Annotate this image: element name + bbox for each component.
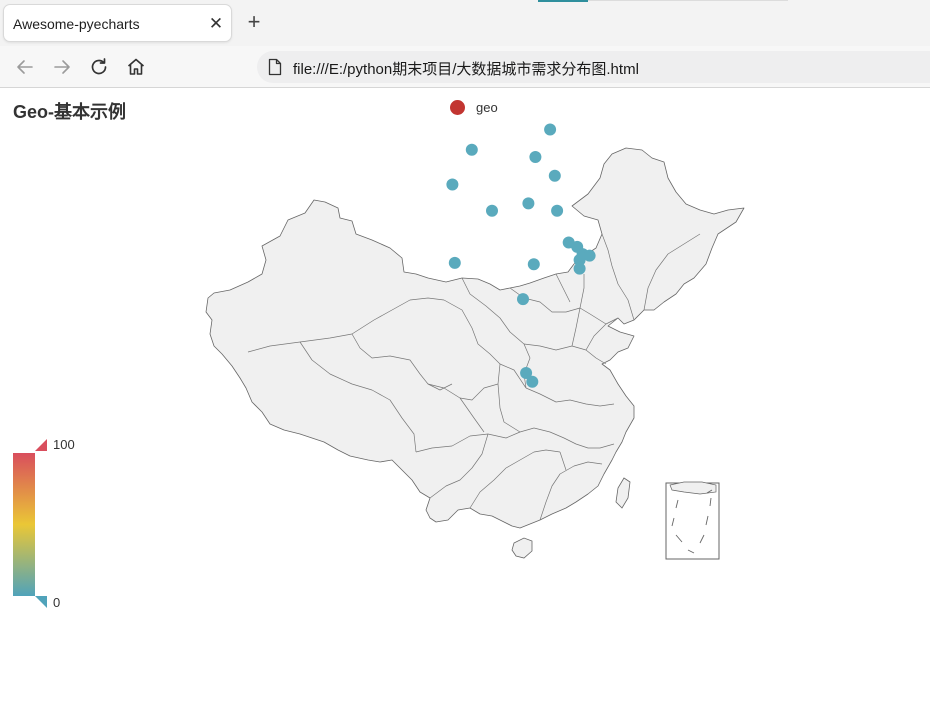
address-bar[interactable]: file:///E:/python期末项目/大数据城市需求分布图.html bbox=[257, 51, 930, 83]
visual-map-max-label: 100 bbox=[53, 437, 75, 452]
browser-toolbar: file:///E:/python期末项目/大数据城市需求分布图.html bbox=[0, 46, 930, 88]
back-arrow-icon[interactable] bbox=[13, 55, 37, 79]
city-point[interactable] bbox=[527, 258, 540, 271]
reload-icon[interactable] bbox=[87, 55, 111, 79]
china-map bbox=[205, 123, 745, 560]
tab-strip: Awesome-pyecharts ✕ + bbox=[0, 0, 930, 46]
new-tab-button[interactable]: + bbox=[242, 11, 266, 35]
city-point[interactable] bbox=[465, 143, 478, 156]
file-icon bbox=[268, 58, 282, 76]
hainan-island bbox=[511, 537, 533, 559]
city-point[interactable] bbox=[448, 256, 461, 269]
page-content: Geo-基本示例 geo 100 0 bbox=[0, 88, 930, 705]
south-china-sea-inset bbox=[665, 481, 720, 560]
accent-strip bbox=[538, 0, 588, 2]
map-land bbox=[205, 147, 745, 559]
visual-map-min-handle[interactable] bbox=[35, 596, 47, 608]
accent-strip-line bbox=[588, 0, 788, 1]
city-point[interactable] bbox=[583, 249, 596, 262]
city-point[interactable] bbox=[548, 169, 561, 182]
city-point[interactable] bbox=[529, 151, 542, 163]
visual-map-min-label: 0 bbox=[53, 595, 61, 610]
chart-title: Geo-基本示例 bbox=[13, 102, 127, 122]
city-point[interactable] bbox=[446, 178, 459, 191]
legend-symbol bbox=[450, 100, 465, 115]
taiwan-island bbox=[615, 477, 631, 509]
city-point[interactable] bbox=[517, 293, 529, 306]
active-tab[interactable]: Awesome-pyecharts ✕ bbox=[3, 4, 232, 42]
city-point[interactable] bbox=[573, 262, 586, 275]
forward-arrow-icon[interactable] bbox=[50, 55, 74, 79]
legend-label: geo bbox=[476, 100, 498, 115]
city-point[interactable] bbox=[551, 204, 564, 217]
close-tab-icon[interactable]: ✕ bbox=[206, 14, 226, 34]
visual-map-max-handle[interactable] bbox=[35, 439, 47, 451]
address-text: file:///E:/python期末项目/大数据城市需求分布图.html bbox=[293, 61, 639, 78]
city-point[interactable] bbox=[486, 204, 498, 217]
visual-map-gradient-bar[interactable] bbox=[13, 453, 35, 596]
home-icon[interactable] bbox=[124, 55, 148, 79]
city-point[interactable] bbox=[522, 197, 535, 210]
mainland-outline bbox=[205, 147, 745, 529]
tab-title: Awesome-pyecharts bbox=[13, 16, 140, 32]
city-point[interactable] bbox=[544, 123, 557, 136]
city-point[interactable] bbox=[526, 375, 539, 388]
